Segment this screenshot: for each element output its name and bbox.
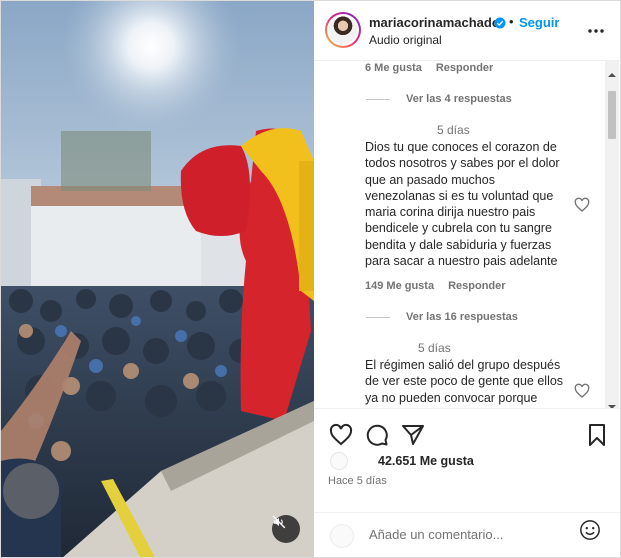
comments-list[interactable]: 6 Me gusta Responder Ver las 4 respuestas… bbox=[314, 61, 620, 408]
comment-heart-icon[interactable] bbox=[574, 383, 590, 399]
view-replies-button[interactable]: Ver las 16 respuestas bbox=[366, 311, 518, 323]
comment-input[interactable] bbox=[369, 523, 569, 545]
video-frame bbox=[1, 1, 314, 557]
likes-count[interactable]: 42.651 Me gusta bbox=[378, 454, 474, 468]
comment-time: 5 días bbox=[437, 123, 470, 137]
post-video[interactable] bbox=[1, 1, 314, 557]
comment-likes[interactable]: 149 Me gusta bbox=[365, 280, 434, 292]
audio-link[interactable]: Audio original bbox=[369, 33, 442, 47]
more-horizontal-icon bbox=[588, 20, 604, 38]
profile-photo bbox=[329, 16, 357, 44]
bookmark-icon[interactable] bbox=[585, 423, 609, 447]
comment-icon[interactable] bbox=[365, 423, 389, 447]
comment-meta: 6 Me gusta Responder bbox=[365, 62, 493, 74]
username-link[interactable]: mariacorinamachado bbox=[369, 15, 500, 30]
emoji-icon[interactable] bbox=[579, 519, 601, 541]
reply-button[interactable]: Responder bbox=[436, 62, 493, 74]
liker-avatar[interactable] bbox=[330, 452, 348, 470]
divider-line bbox=[366, 98, 390, 100]
avatar[interactable] bbox=[325, 12, 361, 48]
comment-text: El régimen salió del grupo después de ve… bbox=[365, 358, 564, 405]
comment-meta: 149 Me gusta Responder bbox=[365, 280, 506, 292]
send-icon[interactable] bbox=[401, 423, 425, 447]
mute-button[interactable] bbox=[272, 515, 300, 543]
divider-line bbox=[366, 316, 390, 318]
view-replies-button[interactable]: Ver las 4 respuestas bbox=[366, 93, 512, 105]
reply-button[interactable]: Responder bbox=[448, 280, 505, 292]
separator-dot: • bbox=[509, 14, 514, 29]
post-header: mariacorinamachado • Seguir Audio origin… bbox=[314, 1, 620, 61]
post-sidebar: mariacorinamachado • Seguir Audio origin… bbox=[314, 1, 620, 557]
verified-badge-icon bbox=[494, 16, 506, 29]
comment-text: Dios tu que conoces el corazon de todos … bbox=[365, 140, 560, 269]
comment-time: 5 días bbox=[418, 341, 451, 355]
post-actions: 42.651 Me gusta Hace 5 días bbox=[314, 408, 620, 512]
scrollbar-thumb[interactable] bbox=[608, 91, 616, 139]
comment-likes[interactable]: 6 Me gusta bbox=[365, 62, 422, 74]
heart-icon[interactable] bbox=[329, 423, 353, 447]
comment-heart-icon[interactable] bbox=[574, 197, 590, 213]
more-options-button[interactable] bbox=[586, 19, 606, 39]
add-comment-bar bbox=[314, 512, 620, 557]
avatar bbox=[330, 524, 354, 548]
comments-scrollbar[interactable] bbox=[605, 61, 619, 409]
scroll-up-arrow-icon[interactable] bbox=[608, 65, 616, 83]
post-dialog: mariacorinamachado • Seguir Audio origin… bbox=[0, 0, 621, 558]
post-timestamp[interactable]: Hace 5 días bbox=[328, 475, 387, 487]
follow-button[interactable]: Seguir bbox=[519, 15, 559, 30]
